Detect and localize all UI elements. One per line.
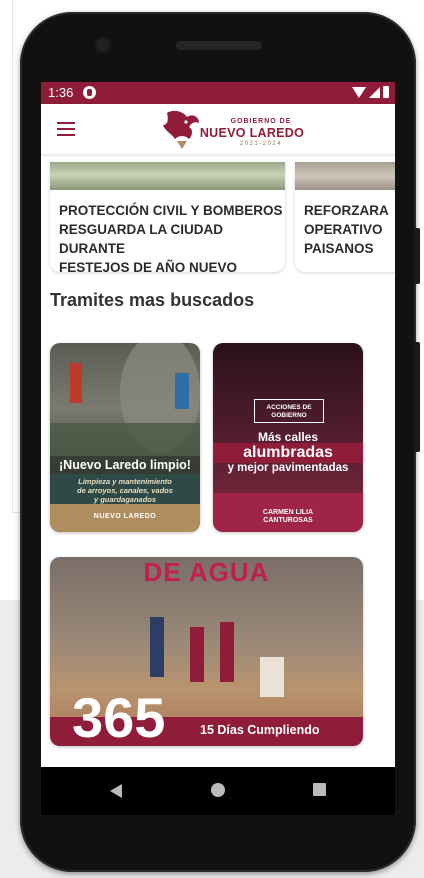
signal-icon bbox=[369, 86, 380, 98]
news-card[interactable]: REFORZARA OPERATIVO PAISANOS bbox=[295, 162, 395, 272]
news-image bbox=[50, 162, 285, 190]
tramite-photo bbox=[50, 343, 200, 456]
app-bar: GOBIERNO DE NUEVO LAREDO 2021-2024 bbox=[41, 104, 395, 154]
news-image bbox=[295, 162, 395, 190]
notification-app-icon bbox=[83, 86, 96, 99]
tramite-headline: DE AGUA bbox=[143, 557, 270, 587]
tramite-card-limpieza[interactable]: ¡Nuevo Laredo limpio! Limpieza y manteni… bbox=[50, 343, 200, 532]
status-bar: 1:36 bbox=[41, 82, 395, 104]
back-icon[interactable] bbox=[110, 784, 122, 798]
hamburger-icon[interactable] bbox=[57, 122, 75, 136]
tramite-card-agua[interactable]: DE AGUA 365 15 Días Cumpliendo bbox=[50, 557, 363, 746]
volume-button bbox=[414, 342, 420, 452]
front-camera bbox=[97, 39, 109, 51]
tramite-subtitle: Limpieza y mantenimiento de arroyos, can… bbox=[77, 477, 173, 504]
tramite-headline: ¡Nuevo Laredo limpio! bbox=[50, 456, 200, 474]
section-title: Tramites mas buscados bbox=[50, 290, 255, 310]
tramite-caption: 15 Días Cumpliendo bbox=[200, 723, 320, 737]
news-carousel[interactable]: PROTECCIÓN CIVIL Y BOMBEROS RESGUARDA LA… bbox=[50, 162, 395, 274]
workers-photo bbox=[150, 617, 284, 697]
news-card[interactable]: PROTECCIÓN CIVIL Y BOMBEROS RESGUARDA LA… bbox=[50, 162, 285, 272]
background-divider bbox=[12, 0, 13, 512]
tramite-line1: Más calles bbox=[257, 430, 319, 444]
status-icons bbox=[352, 86, 389, 98]
acciones-badge: ACCIONES DE GOBIERNO bbox=[254, 399, 324, 423]
tramite-number: 365 bbox=[72, 686, 166, 746]
logo-line2: NUEVO LAREDO bbox=[199, 126, 305, 140]
news-title: REFORZARA OPERATIVO PAISANOS bbox=[304, 203, 389, 256]
home-icon[interactable] bbox=[211, 783, 225, 797]
status-time: 1:36 bbox=[48, 85, 74, 100]
recent-apps-icon[interactable] bbox=[313, 783, 326, 796]
earpiece-speaker bbox=[176, 41, 262, 50]
tramite-signature: CARMEN LILIA CANTUROSAS bbox=[262, 509, 314, 524]
news-title: PROTECCIÓN CIVIL Y BOMBEROS RESGUARDA LA… bbox=[59, 203, 283, 272]
system-nav-bar bbox=[41, 767, 395, 815]
main-content: PROTECCIÓN CIVIL Y BOMBEROS RESGUARDA LA… bbox=[41, 154, 395, 767]
tramite-line2: alumbradas bbox=[213, 443, 363, 463]
battery-icon bbox=[383, 86, 389, 98]
power-button bbox=[414, 228, 420, 284]
logo-line3: 2021-2024 bbox=[239, 141, 283, 147]
tramite-line3: y mejor pavimentadas bbox=[227, 462, 349, 474]
tramite-logo: NUEVO LAREDO bbox=[93, 513, 157, 520]
app-screen: 1:36 GOBIERNO DE NUEVO LAREDO 2021-2024 bbox=[41, 82, 395, 767]
wifi-icon bbox=[352, 86, 366, 98]
logo-line1: GOBIERNO DE bbox=[230, 118, 292, 125]
gobierno-logo: GOBIERNO DE NUEVO LAREDO 2021-2024 bbox=[159, 107, 309, 151]
tramite-card-alumbrado[interactable]: ACCIONES DE GOBIERNO Más calles alumbrad… bbox=[213, 343, 363, 532]
